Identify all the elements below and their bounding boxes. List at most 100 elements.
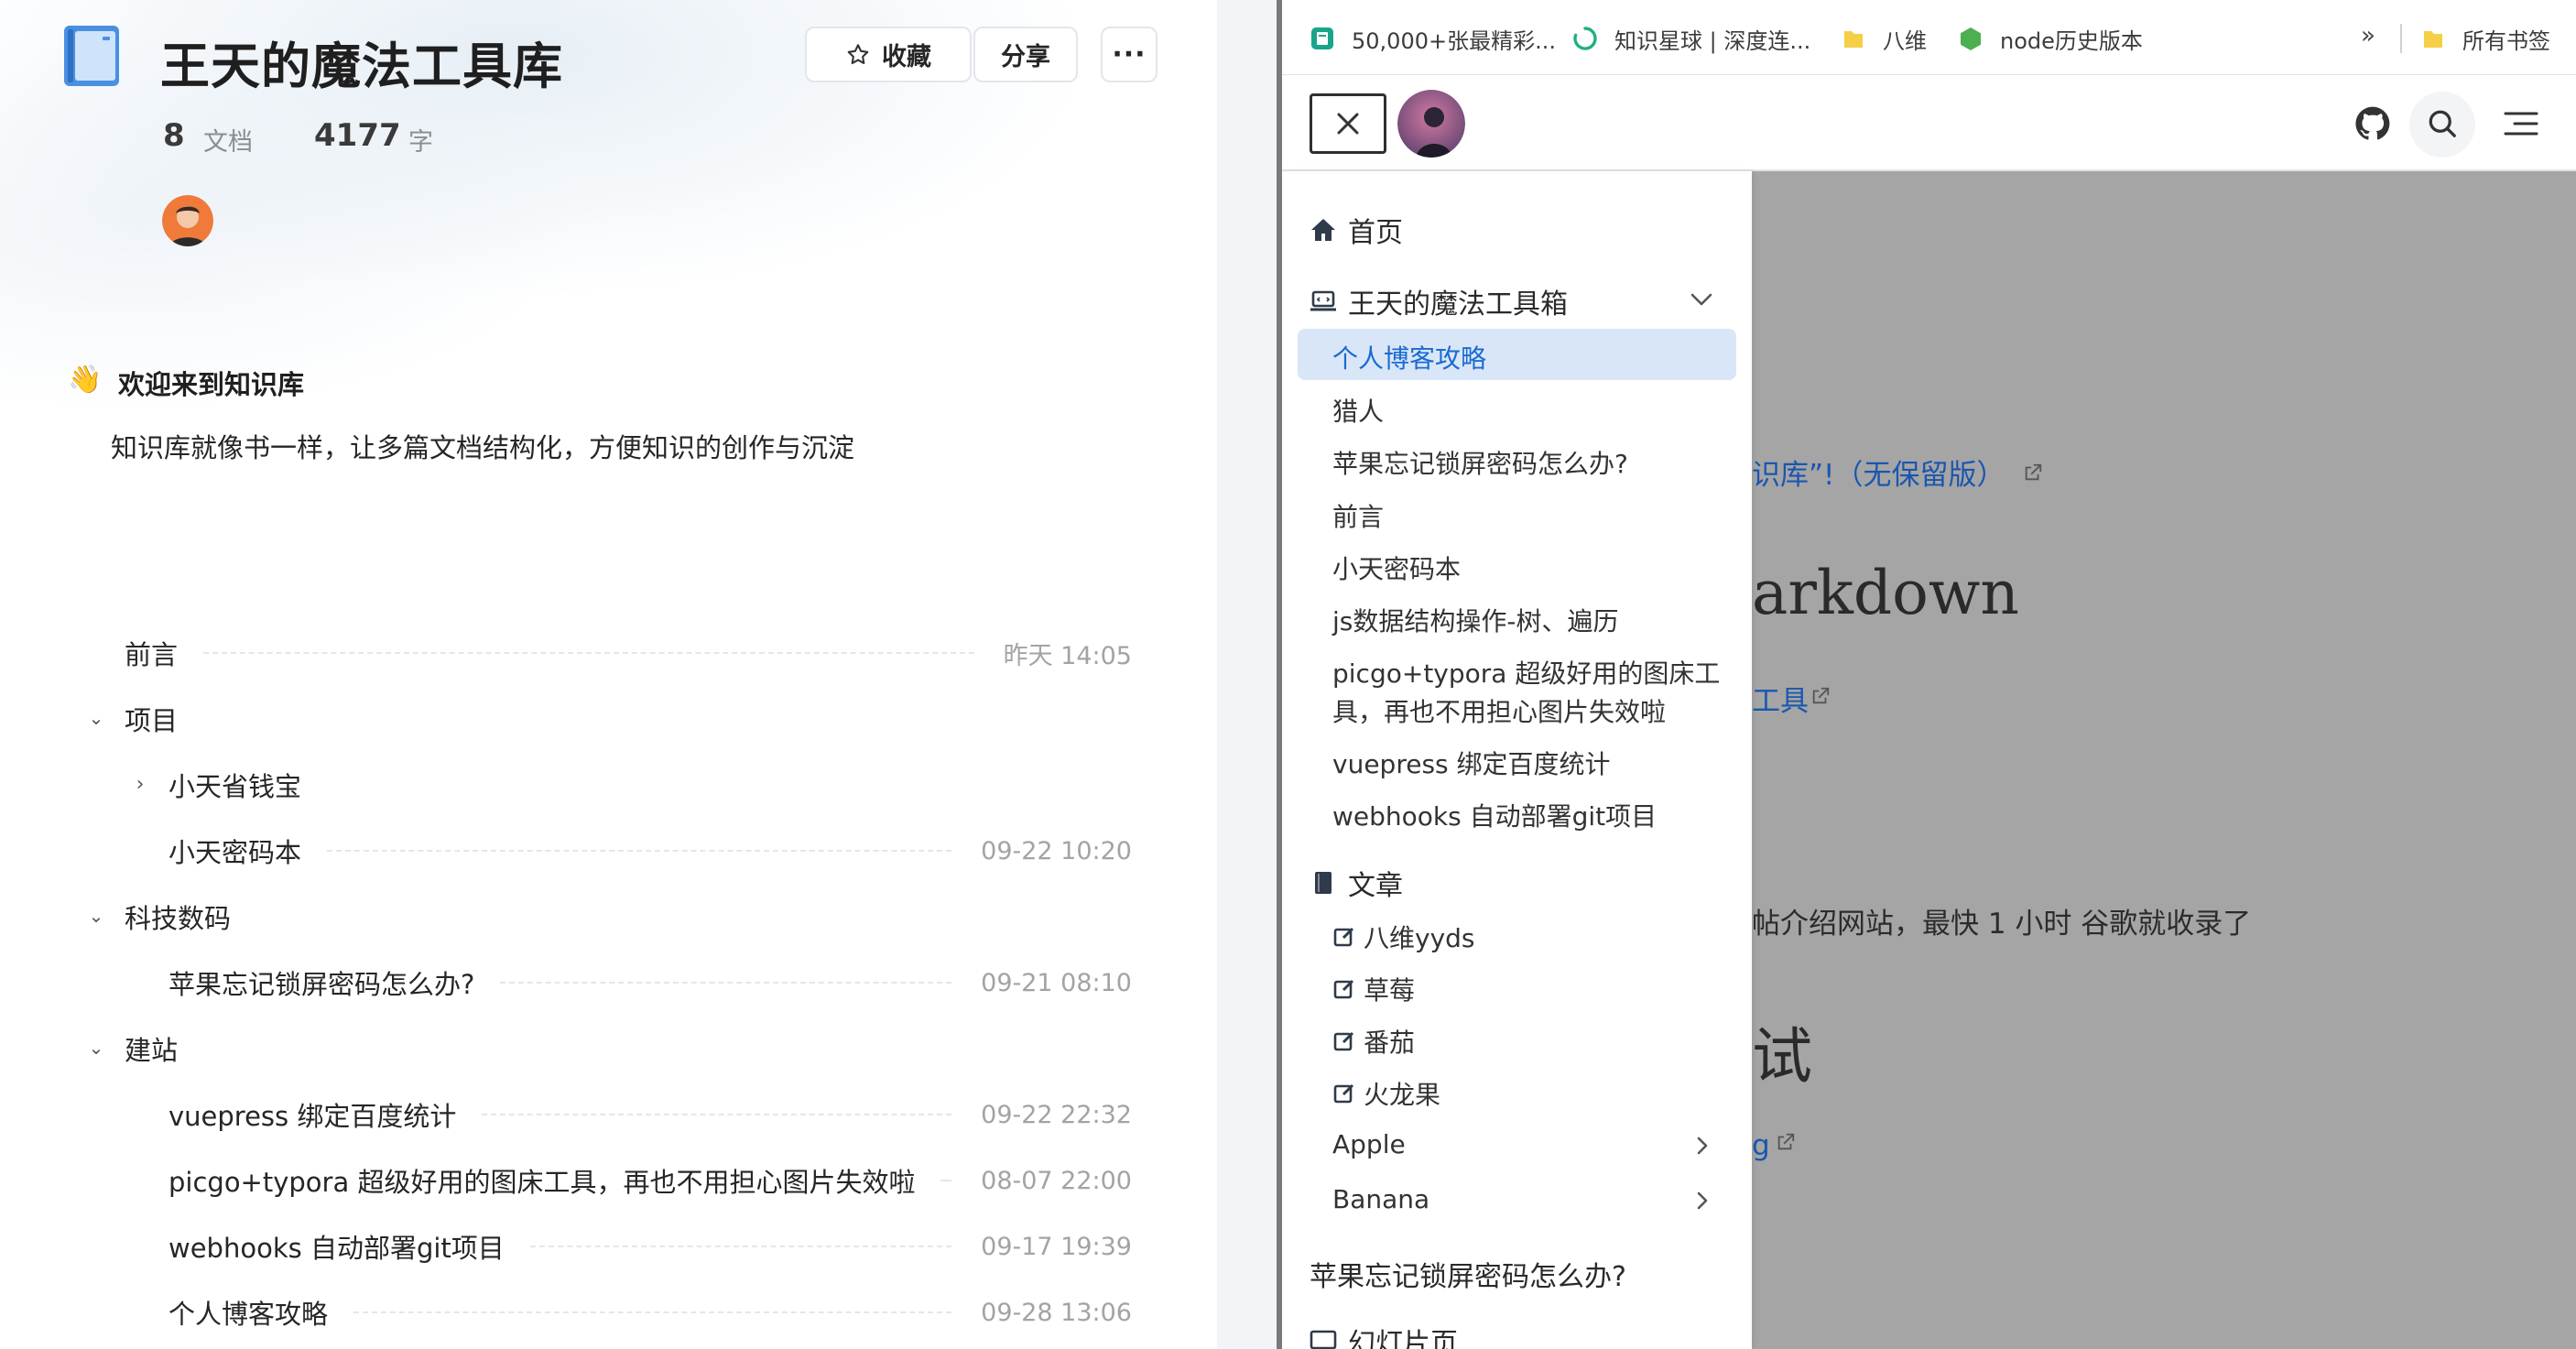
toc-item-label: vuepress 绑定百度统计 — [168, 1101, 457, 1132]
content-link[interactable]: 工具 — [1752, 678, 1809, 719]
browser-window: 50,000+张最精彩... 知识星球 | 深度连... 八维 node历史版本… — [1282, 0, 2576, 1349]
book-icon — [62, 24, 121, 88]
sidebar-subgroup[interactable]: Apple — [1332, 1129, 1406, 1159]
chevron-down-icon[interactable]: ⌄ — [87, 1037, 105, 1059]
chevron-right-icon[interactable]: › — [131, 773, 149, 796]
external-link-icon — [2025, 463, 2042, 481]
toc-item-time: 09-28 13:06 — [981, 1298, 1132, 1327]
sidebar-item-active[interactable]: 个人博客攻略 — [1332, 339, 1486, 375]
favorite-button[interactable]: 收藏 — [805, 27, 972, 82]
more-bookmarks-button[interactable]: » — [2361, 22, 2375, 49]
sidebar-group-slides[interactable]: 幻灯片页 — [1310, 1321, 1458, 1349]
node-icon — [1961, 27, 1981, 50]
external-link-icon — [1777, 1133, 1795, 1150]
word-count: 4177 — [314, 117, 401, 154]
all-bookmarks[interactable]: 所有书签 — [2420, 22, 2550, 55]
star-icon — [847, 43, 869, 64]
sidebar-article[interactable]: 番茄 — [1332, 1023, 1415, 1060]
sidebar-article-label: 八维yyds — [1364, 923, 1475, 953]
sidebar-item[interactable]: 猎人 — [1332, 392, 1384, 429]
toc-item-time: 08-07 22:00 — [981, 1166, 1132, 1195]
word-unit: 字 — [408, 128, 433, 157]
close-sidebar-button[interactable] — [1310, 93, 1386, 154]
toc-item-time: 09-17 19:39 — [981, 1232, 1132, 1261]
sidebar-item[interactable]: 具，再也不用担心图片失效啦 — [1332, 692, 1666, 729]
author-avatar[interactable] — [162, 195, 213, 246]
sidebar-item[interactable]: 苹果忘记锁屏密码怎么办? — [1332, 444, 1628, 481]
kb-title: 王天的魔法工具库 — [160, 38, 563, 95]
chevron-down-icon[interactable]: ⌄ — [87, 707, 105, 729]
sidebar-article[interactable]: 草莓 — [1332, 971, 1415, 1007]
toc-item-label: 小天密码本 — [168, 837, 302, 868]
github-icon[interactable] — [2352, 103, 2394, 145]
toc-item[interactable]: webhooks 自动部署git项目 09-17 19:39 — [168, 1224, 1132, 1269]
toc-group-label: 小天省钱宝 — [168, 771, 302, 802]
toc-item[interactable]: vuepress 绑定百度统计 09-22 22:32 — [168, 1092, 1132, 1137]
chevron-down-icon[interactable]: ⌄ — [87, 905, 105, 927]
toc-item[interactable]: 苹果忘记锁屏密码怎么办? 09-21 08:10 — [168, 960, 1132, 1006]
bookmark-item[interactable]: 50,000+张最精彩... — [1310, 22, 1556, 55]
edit-icon — [1333, 1083, 1354, 1104]
sidebar-item[interactable]: webhooks 自动部署git项目 — [1332, 797, 1657, 833]
toc-item[interactable]: 个人博客攻略 09-28 13:06 — [168, 1289, 1132, 1335]
toc-group[interactable]: 小天省钱宝 — [168, 762, 301, 808]
dashed-divider — [500, 982, 952, 984]
content-paragraph: 帖介绍网站，最快 1 小时 谷歌就收录了 — [1752, 908, 2252, 941]
toc-item[interactable]: 小天密码本 09-22 10:20 — [168, 828, 1132, 874]
sidebar-group-articles[interactable]: 文章 — [1310, 863, 1403, 903]
home-icon — [1310, 216, 1337, 244]
bookmark-item[interactable]: 知识星球 | 深度连... — [1572, 22, 1810, 55]
more-dots-icon: ··· — [1112, 38, 1147, 71]
sidebar-item[interactable]: picgo+typora 超级好用的图床工 — [1332, 654, 1720, 691]
site-avatar[interactable] — [1397, 90, 1465, 158]
sidebar-item-home[interactable]: 首页 — [1310, 210, 1403, 250]
sidebar-item[interactable]: 小天密码本 — [1332, 549, 1461, 586]
share-button[interactable]: 分享 — [973, 27, 1078, 82]
sidebar-item[interactable]: 苹果忘记锁屏密码怎么办? — [1310, 1254, 1626, 1294]
sidebar-article[interactable]: 火龙果 — [1332, 1075, 1440, 1112]
content-heading: arkdown — [1752, 558, 2019, 628]
welcome-title: 欢迎来到知识库 — [118, 369, 305, 400]
sidebar-group-tools[interactable]: 王天的魔法工具箱 — [1310, 281, 1568, 321]
more-button[interactable]: ··· — [1101, 27, 1158, 82]
sidebar-article-label: 火龙果 — [1364, 1080, 1441, 1110]
content-link[interactable]: g — [1752, 1129, 1770, 1162]
toc-group[interactable]: 科技数码 — [125, 894, 231, 940]
sidebar-article-label: 番茄 — [1364, 1028, 1416, 1058]
chevron-right-icon[interactable] — [1691, 1135, 1713, 1157]
toc-group[interactable]: 建站 — [125, 1026, 178, 1072]
loading-icon — [1573, 27, 1597, 50]
dashed-divider — [203, 652, 974, 654]
bookmark-item[interactable]: 八维 — [1841, 22, 1927, 55]
sidebar-item[interactable]: 前言 — [1332, 497, 1384, 534]
sidebar-article[interactable]: 八维yyds — [1332, 919, 1475, 955]
sidebar-item-label: 首页 — [1348, 217, 1403, 249]
toc-item-time: 09-22 22:32 — [981, 1100, 1132, 1129]
content-link[interactable]: 识库”!（无保留版） — [1752, 451, 2005, 493]
sidebar-item[interactable]: js数据结构操作-树、遍历 — [1332, 602, 1618, 638]
sidebar-item[interactable]: vuepress 绑定百度统计 — [1332, 745, 1611, 781]
search-icon[interactable] — [2421, 103, 2463, 145]
bookmarks-bar: 50,000+张最精彩... 知识星球 | 深度连... 八维 node历史版本… — [1282, 0, 2576, 75]
edit-icon — [1333, 1031, 1354, 1051]
chevron-down-icon[interactable] — [1689, 290, 1714, 309]
dashed-divider — [327, 850, 952, 852]
bookmark-item[interactable]: node历史版本 — [1958, 22, 2143, 55]
share-label: 分享 — [1001, 43, 1050, 71]
toc-group[interactable]: 项目 — [125, 696, 178, 742]
toc-item[interactable]: picgo+typora 超级好用的图床工具，再也不用担心图片失效啦 08-07… — [168, 1158, 1132, 1203]
sidebar-group-label: 幻灯片页 — [1348, 1328, 1458, 1349]
site-sidebar: 首页 王天的魔法工具箱 个人博客攻略 猎人 苹果忘记锁屏密码怎么办? 前言 小天… — [1282, 171, 1752, 1349]
content-heading: 试 — [1752, 1021, 1812, 1092]
external-link-icon — [1812, 687, 1830, 704]
toc-item-time: 09-22 10:20 — [981, 836, 1132, 865]
toc-item-label: 个人博客攻略 — [168, 1299, 329, 1330]
doc-unit: 文档 — [203, 128, 253, 157]
page-icon — [1311, 27, 1333, 49]
chevron-right-icon[interactable] — [1691, 1190, 1713, 1212]
wave-hand-icon: 👋 — [68, 364, 103, 396]
toc-group-label: 项目 — [125, 705, 179, 736]
sidebar-subgroup[interactable]: Banana — [1332, 1184, 1429, 1214]
menu-icon[interactable] — [2500, 103, 2542, 145]
toc-item[interactable]: 前言 昨天 14:05 — [125, 630, 1132, 676]
